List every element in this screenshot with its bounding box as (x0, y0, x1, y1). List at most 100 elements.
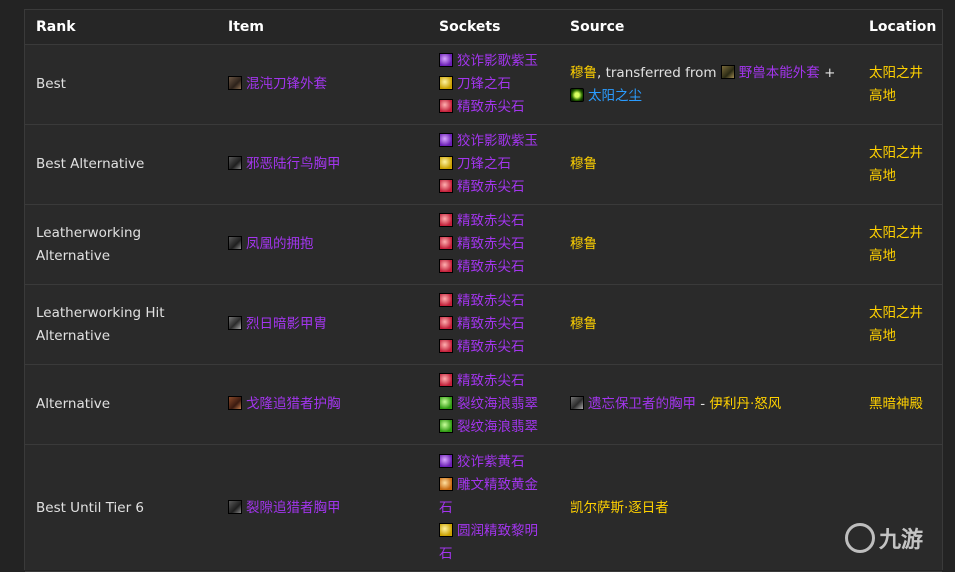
column-header-sockets[interactable]: Sockets (428, 10, 559, 45)
chest-armor-icon (228, 316, 242, 330)
gear-table-panel: Rank Item Sockets Source Location Best 混… (24, 9, 943, 572)
location-link[interactable]: 黑暗神殿 (869, 393, 942, 416)
column-header-item[interactable]: Item (217, 10, 428, 45)
gem-link[interactable]: 裂纹海浪翡翠 (457, 396, 538, 412)
red-gem-icon (439, 339, 453, 353)
gem-link[interactable]: 狡诈影歌紫玉 (457, 133, 538, 149)
location-link[interactable]: 太阳之井 (869, 302, 942, 325)
socket-gem[interactable]: 精致赤尖石 (439, 233, 559, 256)
socket-gem[interactable]: 精致赤尖石 (439, 336, 559, 359)
npc-link[interactable]: 穆鲁 (570, 156, 597, 172)
socket-gem[interactable]: 裂纹海浪翡翠 (439, 393, 559, 416)
socket-gem[interactable]: 狡诈影歌紫玉 (439, 50, 559, 73)
gem-link[interactable]: 精致赤尖石 (457, 293, 525, 309)
source-cell: 穆鲁 (559, 124, 858, 205)
source-cell: 穆鲁 (559, 204, 858, 285)
table-row: Alternative 戈隆追猎者护胸 精致赤尖石 裂纹海浪翡翠 裂纹海浪翡翠 … (25, 364, 942, 445)
location-link[interactable]: 高地 (869, 245, 942, 268)
socket-gem[interactable]: 精致赤尖石 (439, 256, 559, 279)
rank-cell: Leatherworking Hit Alternative (25, 284, 217, 365)
sockets-cell: 精致赤尖石 裂纹海浪翡翠 裂纹海浪翡翠 (428, 364, 559, 445)
location-link[interactable]: 太阳之井 (869, 62, 942, 85)
location-cell: 太阳之井 高地 (858, 204, 942, 285)
chest-armor-icon (228, 76, 242, 90)
location-cell: 黑暗神殿 (858, 364, 942, 445)
source-cell: 遗忘保卫者的胸甲 - 伊利丹·怒风 (559, 364, 858, 445)
watermark: 九游 (845, 520, 941, 556)
gem-link[interactable]: 精致赤尖石 (457, 99, 525, 115)
socket-gem[interactable]: 狡诈影歌紫玉 (439, 130, 559, 153)
gem-link[interactable]: 圆润精致黎明石 (439, 523, 538, 562)
socket-gem[interactable]: 精致赤尖石 (439, 176, 559, 199)
gem-link[interactable]: 狡诈影歌紫玉 (457, 53, 538, 69)
chest-armor-icon (228, 156, 242, 170)
item-link[interactable]: 太阳之尘 (588, 88, 642, 104)
socket-gem[interactable]: 狡诈紫黄石 (439, 451, 541, 474)
npc-link[interactable]: 凯尔萨斯·逐日者 (570, 500, 669, 516)
chest-armor-icon (228, 396, 242, 410)
item-cell: 凤凰的拥抱 (217, 204, 428, 285)
socket-gem[interactable]: 精致赤尖石 (439, 96, 559, 119)
socket-gem[interactable]: 精致赤尖石 (439, 210, 559, 233)
gem-link[interactable]: 精致赤尖石 (457, 339, 525, 355)
chest-armor-icon (228, 236, 242, 250)
column-header-rank[interactable]: Rank (25, 10, 217, 45)
item-link[interactable]: 裂隙追猎者胸甲 (246, 500, 341, 516)
socket-gem[interactable]: 精致赤尖石 (439, 290, 559, 313)
npc-link[interactable]: 穆鲁 (570, 236, 597, 252)
location-link[interactable]: 高地 (869, 85, 942, 108)
sockets-cell: 精致赤尖石 精致赤尖石 精致赤尖石 (428, 284, 559, 365)
gem-link[interactable]: 精致赤尖石 (457, 236, 525, 252)
chest-armor-icon (228, 499, 242, 514)
gem-link[interactable]: 精致赤尖石 (457, 179, 525, 195)
socket-gem[interactable]: 刀锋之石 (439, 73, 559, 96)
table-row: Leatherworking Alternative 凤凰的拥抱 精致赤尖石 精… (25, 204, 942, 285)
npc-link[interactable]: 穆鲁 (570, 65, 597, 81)
item-link[interactable]: 邪恶陆行鸟胸甲 (246, 156, 341, 172)
item-link[interactable]: 凤凰的拥抱 (246, 236, 314, 252)
rank-cell: Leatherworking Alternative (25, 204, 217, 285)
rank-cell: Best (25, 44, 217, 125)
source-cell: 穆鲁 (559, 284, 858, 365)
gem-link[interactable]: 雕文精致黄金石 (439, 477, 538, 516)
gem-link[interactable]: 精致赤尖石 (457, 259, 525, 275)
socket-gem[interactable]: 精致赤尖石 (439, 370, 559, 393)
item-link[interactable]: 戈隆追猎者护胸 (246, 396, 341, 412)
gem-link[interactable]: 精致赤尖石 (457, 316, 525, 332)
purple-gem-icon (439, 133, 453, 147)
red-gem-icon (439, 316, 453, 330)
socket-gem[interactable]: 精致赤尖石 (439, 313, 559, 336)
column-header-source[interactable]: Source (559, 10, 858, 45)
item-link[interactable]: 野兽本能外套 (739, 65, 820, 81)
gem-link[interactable]: 刀锋之石 (457, 76, 511, 92)
item-link[interactable]: 遗忘保卫者的胸甲 (588, 396, 696, 412)
gem-link[interactable]: 裂纹海浪翡翠 (457, 419, 538, 435)
location-link[interactable]: 太阳之井 (869, 222, 942, 245)
source-cell: 凯尔萨斯·逐日者 (559, 444, 858, 572)
socket-gem[interactable]: 裂纹海浪翡翠 (439, 416, 559, 439)
sockets-cell: 狡诈影歌紫玉 刀锋之石 精致赤尖石 (428, 44, 559, 125)
location-link[interactable]: 高地 (869, 325, 942, 348)
gem-link[interactable]: 刀锋之石 (457, 156, 511, 172)
location-link[interactable]: 太阳之井 (869, 142, 942, 165)
source-cell: 穆鲁, transferred from 野兽本能外套 + 太阳之尘 (559, 44, 858, 125)
red-gem-icon (439, 179, 453, 193)
item-cell: 邪恶陆行鸟胸甲 (217, 124, 428, 205)
npc-link[interactable]: 穆鲁 (570, 316, 597, 332)
location-link[interactable]: 高地 (869, 165, 942, 188)
gem-link[interactable]: 精致赤尖石 (457, 213, 525, 229)
red-gem-icon (439, 213, 453, 227)
item-link[interactable]: 烈日暗影甲胄 (246, 316, 327, 332)
column-header-location[interactable]: Location (858, 10, 942, 45)
item-cell: 烈日暗影甲胄 (217, 284, 428, 365)
plus-text: + (819, 64, 836, 81)
socket-gem[interactable]: 雕文精致黄金石 (439, 474, 541, 520)
orange-gem-icon (439, 476, 453, 491)
npc-link[interactable]: 伊利丹·怒风 (709, 396, 781, 412)
gem-link[interactable]: 狡诈紫黄石 (457, 454, 525, 470)
socket-gem[interactable]: 刀锋之石 (439, 153, 559, 176)
red-gem-icon (439, 259, 453, 273)
item-link[interactable]: 混沌刀锋外套 (246, 76, 327, 92)
gem-link[interactable]: 精致赤尖石 (457, 373, 525, 389)
socket-gem[interactable]: 圆润精致黎明石 (439, 520, 541, 566)
